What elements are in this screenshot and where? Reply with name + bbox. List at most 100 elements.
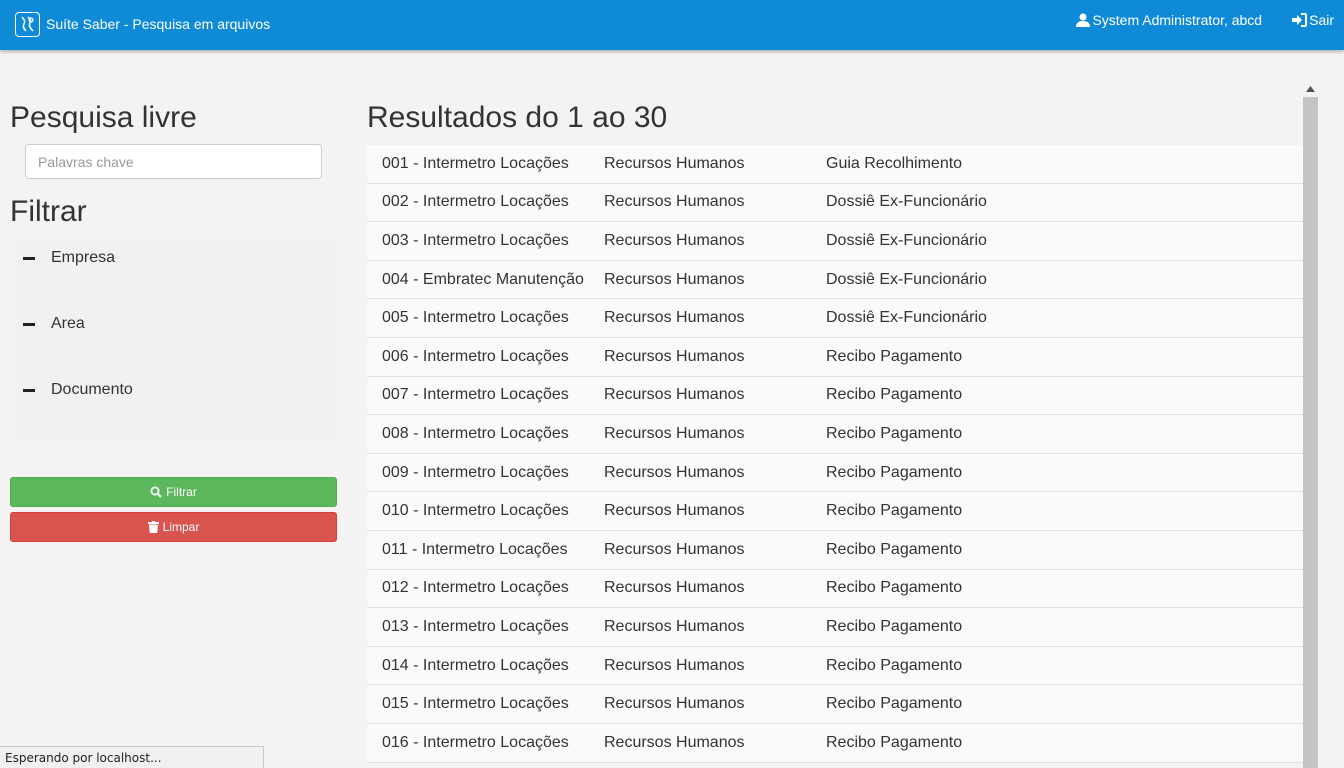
result-row[interactable]: 006 - Intermetro Locações Recursos Humano… <box>367 337 1303 377</box>
result-document: Recibo Pagamento <box>826 386 963 404</box>
result-company: 003 - Intermetro Locações <box>382 231 569 249</box>
filter-button[interactable]: Filtrar <box>10 477 337 507</box>
sidebar: Pesquisa livre Filtrar Empresa Area Docu… <box>10 95 337 542</box>
result-row[interactable]: 010 - Intermetro Locações Recursos Humano… <box>367 492 1303 531</box>
user-menu[interactable]: System Administrator, abcd <box>1076 12 1262 28</box>
result-company: 008 - Intermetro Locações <box>382 424 569 442</box>
clear-button-label: Limpar <box>162 520 200 534</box>
result-document: Dossiê Ex-Funcionário <box>826 231 987 249</box>
result-document: Recibo Pagamento <box>826 733 963 751</box>
result-company: 009 - Intermetro Locações <box>382 463 569 481</box>
result-row[interactable]: 002 - Intermetro Locações Recursos Humano… <box>367 183 1303 223</box>
result-company: 004 - Embratec Manutenção <box>382 270 584 288</box>
logout-link[interactable]: Sair <box>1292 12 1334 28</box>
search-title: Pesquisa livre <box>10 101 197 134</box>
browser-status-bar: Esperando por localhost... <box>0 746 264 768</box>
result-row[interactable]: 004 - Embratec Manutenção Recursos Humano… <box>367 260 1303 300</box>
result-company: 012 - Intermetro Locações <box>382 579 569 597</box>
result-area: Recursos Humanos <box>604 193 745 211</box>
result-document: Recibo Pagamento <box>826 424 963 442</box>
filter-title: Filtrar <box>10 195 87 228</box>
result-company: 001 - Intermetro Locações <box>382 154 569 172</box>
logout-label: Sair <box>1309 12 1334 28</box>
result-row[interactable]: 007 - Intermetro Locações Recursos Humano… <box>367 376 1303 416</box>
filter-group-area[interactable]: Area <box>10 307 337 373</box>
result-document: Guia Recolhimento <box>826 154 963 172</box>
filter-label: Area <box>51 315 85 332</box>
brand-link[interactable]: Suíte Saber - Pesquisa em arquivos <box>15 9 270 39</box>
filter-label: Documento <box>51 381 133 398</box>
result-row[interactable]: 003 - Intermetro Locações Recursos Humano… <box>367 222 1303 261</box>
result-area: Recursos Humanos <box>604 154 745 172</box>
result-company: 006 - Intermetro Locações <box>382 347 569 365</box>
result-document: Dossiê Ex-Funcionário <box>826 193 987 211</box>
result-document: Recibo Pagamento <box>826 502 963 520</box>
result-row[interactable]: 016 - Intermetro Locações Recursos Humano… <box>367 723 1303 763</box>
minus-icon <box>23 257 35 260</box>
result-row[interactable]: 008 - Intermetro Locações Recursos Humano… <box>367 415 1303 454</box>
result-company: 011 - Intermetro Locações <box>382 540 568 558</box>
sign-in-icon <box>1292 13 1308 27</box>
result-document: Recibo Pagamento <box>826 617 963 635</box>
result-row[interactable]: 014 - Intermetro Locações Recursos Humano… <box>367 646 1303 686</box>
result-area: Recursos Humanos <box>604 386 745 404</box>
result-row[interactable]: 012 - Intermetro Locações Recursos Humano… <box>367 569 1303 609</box>
result-document: Recibo Pagamento <box>826 347 963 365</box>
results-panel: Resultados do 1 ao 30 001 - Intermetro L… <box>367 95 1303 763</box>
result-company: 014 - Intermetro Locações <box>382 656 569 674</box>
result-area: Recursos Humanos <box>604 656 745 674</box>
result-area: Recursos Humanos <box>604 617 745 635</box>
result-document: Recibo Pagamento <box>826 579 963 597</box>
result-row[interactable]: 011 - Intermetro Locações Recursos Humano… <box>367 530 1303 570</box>
result-company: 010 - Intermetro Locações <box>382 502 569 520</box>
scrollbar-thumb[interactable] <box>1303 97 1318 768</box>
search-icon <box>150 486 162 498</box>
result-row[interactable]: 001 - Intermetro Locações Recursos Humano… <box>367 145 1303 184</box>
clear-button[interactable]: Limpar <box>10 512 337 542</box>
result-area: Recursos Humanos <box>604 463 745 481</box>
result-row[interactable]: 009 - Intermetro Locações Recursos Humano… <box>367 453 1303 493</box>
brand-title: Suíte Saber - Pesquisa em arquivos <box>46 16 271 32</box>
result-area: Recursos Humanos <box>604 231 745 249</box>
result-row[interactable]: 005 - Intermetro Locações Recursos Humano… <box>367 299 1303 338</box>
result-document: Dossiê Ex-Funcionário <box>826 270 987 288</box>
result-row[interactable]: 013 - Intermetro Locações Recursos Humano… <box>367 608 1303 647</box>
results-list: 001 - Intermetro Locações Recursos Humano… <box>367 145 1303 763</box>
filter-group-documento[interactable]: Documento <box>10 373 337 439</box>
result-company: 005 - Intermetro Locações <box>382 309 569 327</box>
result-document: Recibo Pagamento <box>826 656 963 674</box>
result-area: Recursos Humanos <box>604 424 745 442</box>
user-name: System Administrator, abcd <box>1092 12 1263 28</box>
result-company: 007 - Intermetro Locações <box>382 386 569 404</box>
minus-icon <box>23 323 35 326</box>
result-company: 015 - Intermetro Locações <box>382 695 569 713</box>
result-area: Recursos Humanos <box>604 540 745 558</box>
result-area: Recursos Humanos <box>604 579 745 597</box>
trash-icon <box>147 521 159 533</box>
user-icon <box>1076 13 1091 27</box>
result-area: Recursos Humanos <box>604 270 745 288</box>
top-navbar: Suíte Saber - Pesquisa em arquivos Syste… <box>0 0 1344 50</box>
result-document: Recibo Pagamento <box>826 695 963 713</box>
filter-group-empresa[interactable]: Empresa <box>10 241 337 307</box>
result-row[interactable]: 015 - Intermetro Locações Recursos Humano… <box>367 685 1303 724</box>
minus-icon <box>23 389 35 392</box>
result-area: Recursos Humanos <box>604 502 745 520</box>
vertical-scrollbar[interactable] <box>1303 80 1318 768</box>
result-company: 002 - Intermetro Locações <box>382 193 569 211</box>
result-document: Recibo Pagamento <box>826 540 963 558</box>
result-area: Recursos Humanos <box>604 733 745 751</box>
result-area: Recursos Humanos <box>604 695 745 713</box>
filter-button-label: Filtrar <box>166 485 197 499</box>
result-document: Recibo Pagamento <box>826 463 963 481</box>
result-area: Recursos Humanos <box>604 347 745 365</box>
app-logo-icon <box>15 11 40 37</box>
keyword-search-input[interactable] <box>25 144 322 179</box>
result-company: 016 - Intermetro Locações <box>382 733 569 751</box>
result-area: Recursos Humanos <box>604 309 745 327</box>
result-company: 013 - Intermetro Locações <box>382 617 569 635</box>
result-document: Dossiê Ex-Funcionário <box>826 309 987 327</box>
scroll-up-arrow-icon[interactable] <box>1303 80 1318 97</box>
filter-label: Empresa <box>51 249 116 266</box>
results-title: Resultados do 1 ao 30 <box>367 101 668 134</box>
